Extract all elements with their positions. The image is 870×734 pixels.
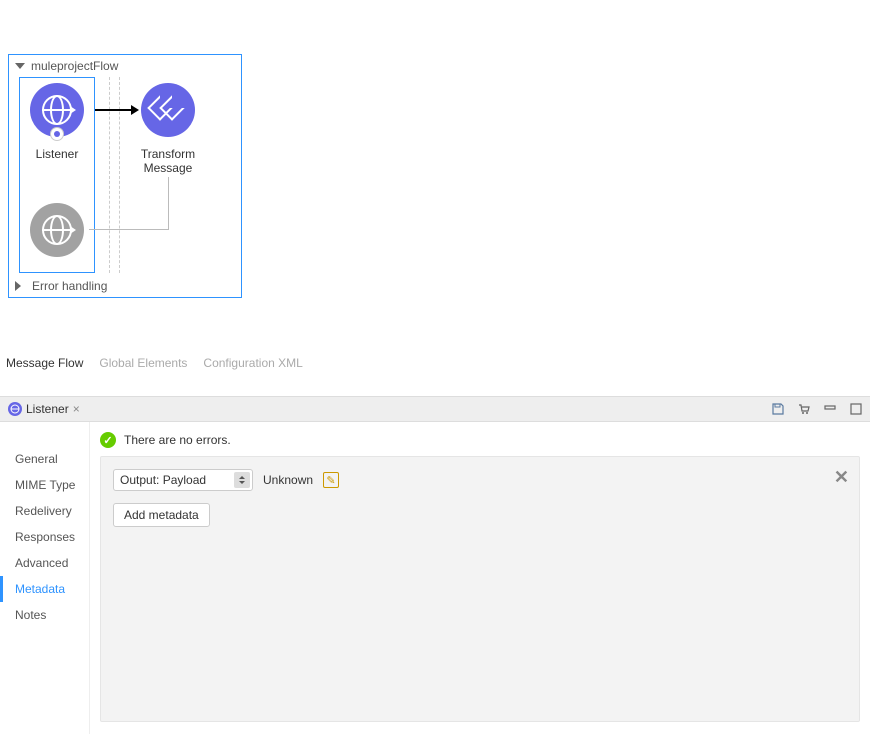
add-metadata-button[interactable]: Add metadata	[113, 503, 210, 527]
close-icon[interactable]: ×	[73, 402, 80, 416]
divider	[119, 77, 120, 273]
side-tab-responses[interactable]: Responses	[0, 524, 89, 550]
disclosure-right-icon	[15, 281, 26, 291]
panel-toolbar	[770, 401, 864, 417]
side-tab-general[interactable]: General	[0, 446, 89, 472]
connector-badge-icon	[50, 127, 64, 141]
maximize-icon[interactable]	[848, 401, 864, 417]
status-row: ✓ There are no errors.	[100, 432, 231, 448]
type-label: Unknown	[263, 473, 313, 487]
flow-name: muleprojectFlow	[31, 59, 118, 73]
side-tab-redelivery[interactable]: Redelivery	[0, 498, 89, 524]
connector-line	[89, 229, 169, 230]
flow-body: Listener Transform Message	[19, 77, 231, 275]
tab-message-flow[interactable]: Message Flow	[6, 356, 83, 370]
side-tab-advanced[interactable]: Advanced	[0, 550, 89, 576]
listener-icon	[8, 402, 22, 416]
select-caret-icon	[234, 472, 250, 488]
side-tab-notes[interactable]: Notes	[0, 602, 89, 628]
transform-node[interactable]	[141, 83, 195, 137]
globe-icon	[42, 215, 72, 245]
output-select[interactable]: Output: Payload	[113, 469, 253, 491]
metadata-content: ✕ Output: Payload Unknown ✎ Add metadata	[100, 456, 860, 722]
divider	[109, 77, 110, 273]
arrowhead-icon	[131, 105, 139, 115]
canvas-tabs: Message Flow Global Elements Configurati…	[6, 356, 303, 370]
connector-line	[168, 177, 169, 229]
response-node[interactable]	[30, 203, 84, 257]
edit-icon[interactable]: ✎	[323, 472, 339, 488]
side-tab-mime-type[interactable]: MIME Type	[0, 472, 89, 498]
error-handling-label: Error handling	[32, 279, 107, 293]
save-icon[interactable]	[770, 401, 786, 417]
tab-global-elements[interactable]: Global Elements	[99, 356, 187, 370]
status-text: There are no errors.	[124, 433, 231, 447]
tab-configuration-xml[interactable]: Configuration XML	[203, 356, 302, 370]
ok-icon: ✓	[100, 432, 116, 448]
output-select-value: Output: Payload	[120, 473, 206, 487]
properties-main: ✓ There are no errors. ✕ Output: Payload…	[90, 422, 870, 734]
side-tab-metadata[interactable]: Metadata	[0, 576, 89, 602]
close-icon[interactable]: ✕	[834, 467, 849, 488]
listener-node[interactable]	[30, 83, 84, 137]
minimize-icon[interactable]	[822, 401, 838, 417]
properties-side-tabs: General MIME Type Redelivery Responses A…	[0, 422, 90, 734]
properties-tab-title: Listener	[26, 402, 69, 416]
cart-icon[interactable]	[796, 401, 812, 417]
flow-container[interactable]: muleprojectFlow Listener	[8, 54, 242, 298]
properties-tab[interactable]: Listener ×	[6, 400, 82, 418]
disclosure-down-icon	[15, 63, 25, 69]
flow-canvas[interactable]: muleprojectFlow Listener	[0, 0, 870, 378]
globe-icon	[42, 95, 72, 125]
transform-label: Transform Message	[128, 147, 208, 175]
properties-panel-body: General MIME Type Redelivery Responses A…	[0, 422, 870, 734]
flow-arrow	[95, 109, 131, 111]
properties-panel-header: Listener ×	[0, 396, 870, 422]
error-handling-section[interactable]: Error handling	[9, 275, 241, 297]
transform-icon	[153, 95, 183, 125]
listener-label: Listener	[17, 147, 97, 161]
flow-header[interactable]: muleprojectFlow	[9, 55, 241, 77]
